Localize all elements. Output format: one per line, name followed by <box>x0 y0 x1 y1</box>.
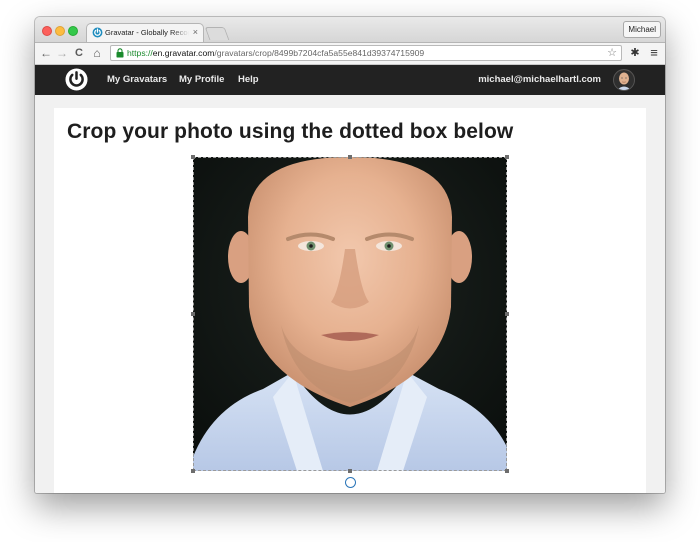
reload-icon[interactable]: C <box>72 46 86 60</box>
bookmark-star-icon[interactable]: ☆ <box>607 47 617 59</box>
browser-window: Gravatar - Globally Recognized Avatars ×… <box>35 17 665 493</box>
nav-help[interactable]: Help <box>238 74 259 85</box>
zoom-window-button[interactable] <box>68 26 78 36</box>
minimize-window-button[interactable] <box>55 26 65 36</box>
crop-handle-bottom[interactable] <box>348 469 352 473</box>
crop-handle-bottom-right[interactable] <box>505 469 509 473</box>
gear-icon[interactable]: ✱ <box>628 46 642 60</box>
page-content: My Gravatars My Profile Help michael@mic… <box>35 65 665 493</box>
url-path: /gravatars/crop/8499b7204cfa5a55e841d393… <box>214 48 425 58</box>
profile-button[interactable]: Michael <box>623 21 661 38</box>
avatar[interactable] <box>613 69 635 91</box>
new-tab-button[interactable] <box>204 27 230 40</box>
back-icon[interactable]: ← <box>39 46 53 60</box>
address-bar[interactable]: https://en.gravatar.com/gravatars/crop/8… <box>110 45 622 61</box>
rotate-icon[interactable] <box>345 477 356 488</box>
browser-toolbar: ← → C ⌂ https://en.gravatar.com/gravatar… <box>35 42 665 65</box>
tab-close-icon[interactable]: × <box>193 27 198 37</box>
crop-handle-top[interactable] <box>348 155 352 159</box>
crop-handle-top-left[interactable] <box>191 155 195 159</box>
gravatar-favicon-icon <box>92 27 103 38</box>
tab-strip: Gravatar - Globally Recognized Avatars ×… <box>35 17 665 42</box>
crop-handle-bottom-left[interactable] <box>191 469 195 473</box>
lock-icon <box>116 48 124 58</box>
forward-icon[interactable]: → <box>55 46 69 60</box>
crop-area[interactable] <box>191 155 509 473</box>
browser-tab[interactable]: Gravatar - Globally Recognized Avatars × <box>86 23 204 42</box>
nav-my-gravatars[interactable]: My Gravatars <box>107 74 167 85</box>
site-header: My Gravatars My Profile Help michael@mic… <box>35 65 665 95</box>
menu-icon[interactable]: ≡ <box>647 46 661 60</box>
page-title: Crop your photo using the dotted box bel… <box>67 120 514 143</box>
user-email[interactable]: michael@michaelhartl.com <box>478 74 601 85</box>
crop-card: Crop your photo using the dotted box bel… <box>54 108 646 493</box>
url-scheme: https:// <box>127 48 153 58</box>
gravatar-logo-icon[interactable] <box>65 68 88 91</box>
url-text: https://en.gravatar.com/gravatars/crop/8… <box>127 48 424 59</box>
crop-selection-box[interactable] <box>193 157 507 471</box>
home-icon[interactable]: ⌂ <box>90 46 104 60</box>
crop-handle-top-right[interactable] <box>505 155 509 159</box>
nav-my-profile[interactable]: My Profile <box>179 74 224 85</box>
tab-title: Gravatar - Globally Recognized Avatars <box>105 28 189 37</box>
avatar-image <box>614 70 634 90</box>
crop-handle-right[interactable] <box>505 312 509 316</box>
crop-handle-left[interactable] <box>191 312 195 316</box>
url-host: en.gravatar.com <box>152 48 215 58</box>
close-window-button[interactable] <box>42 26 52 36</box>
